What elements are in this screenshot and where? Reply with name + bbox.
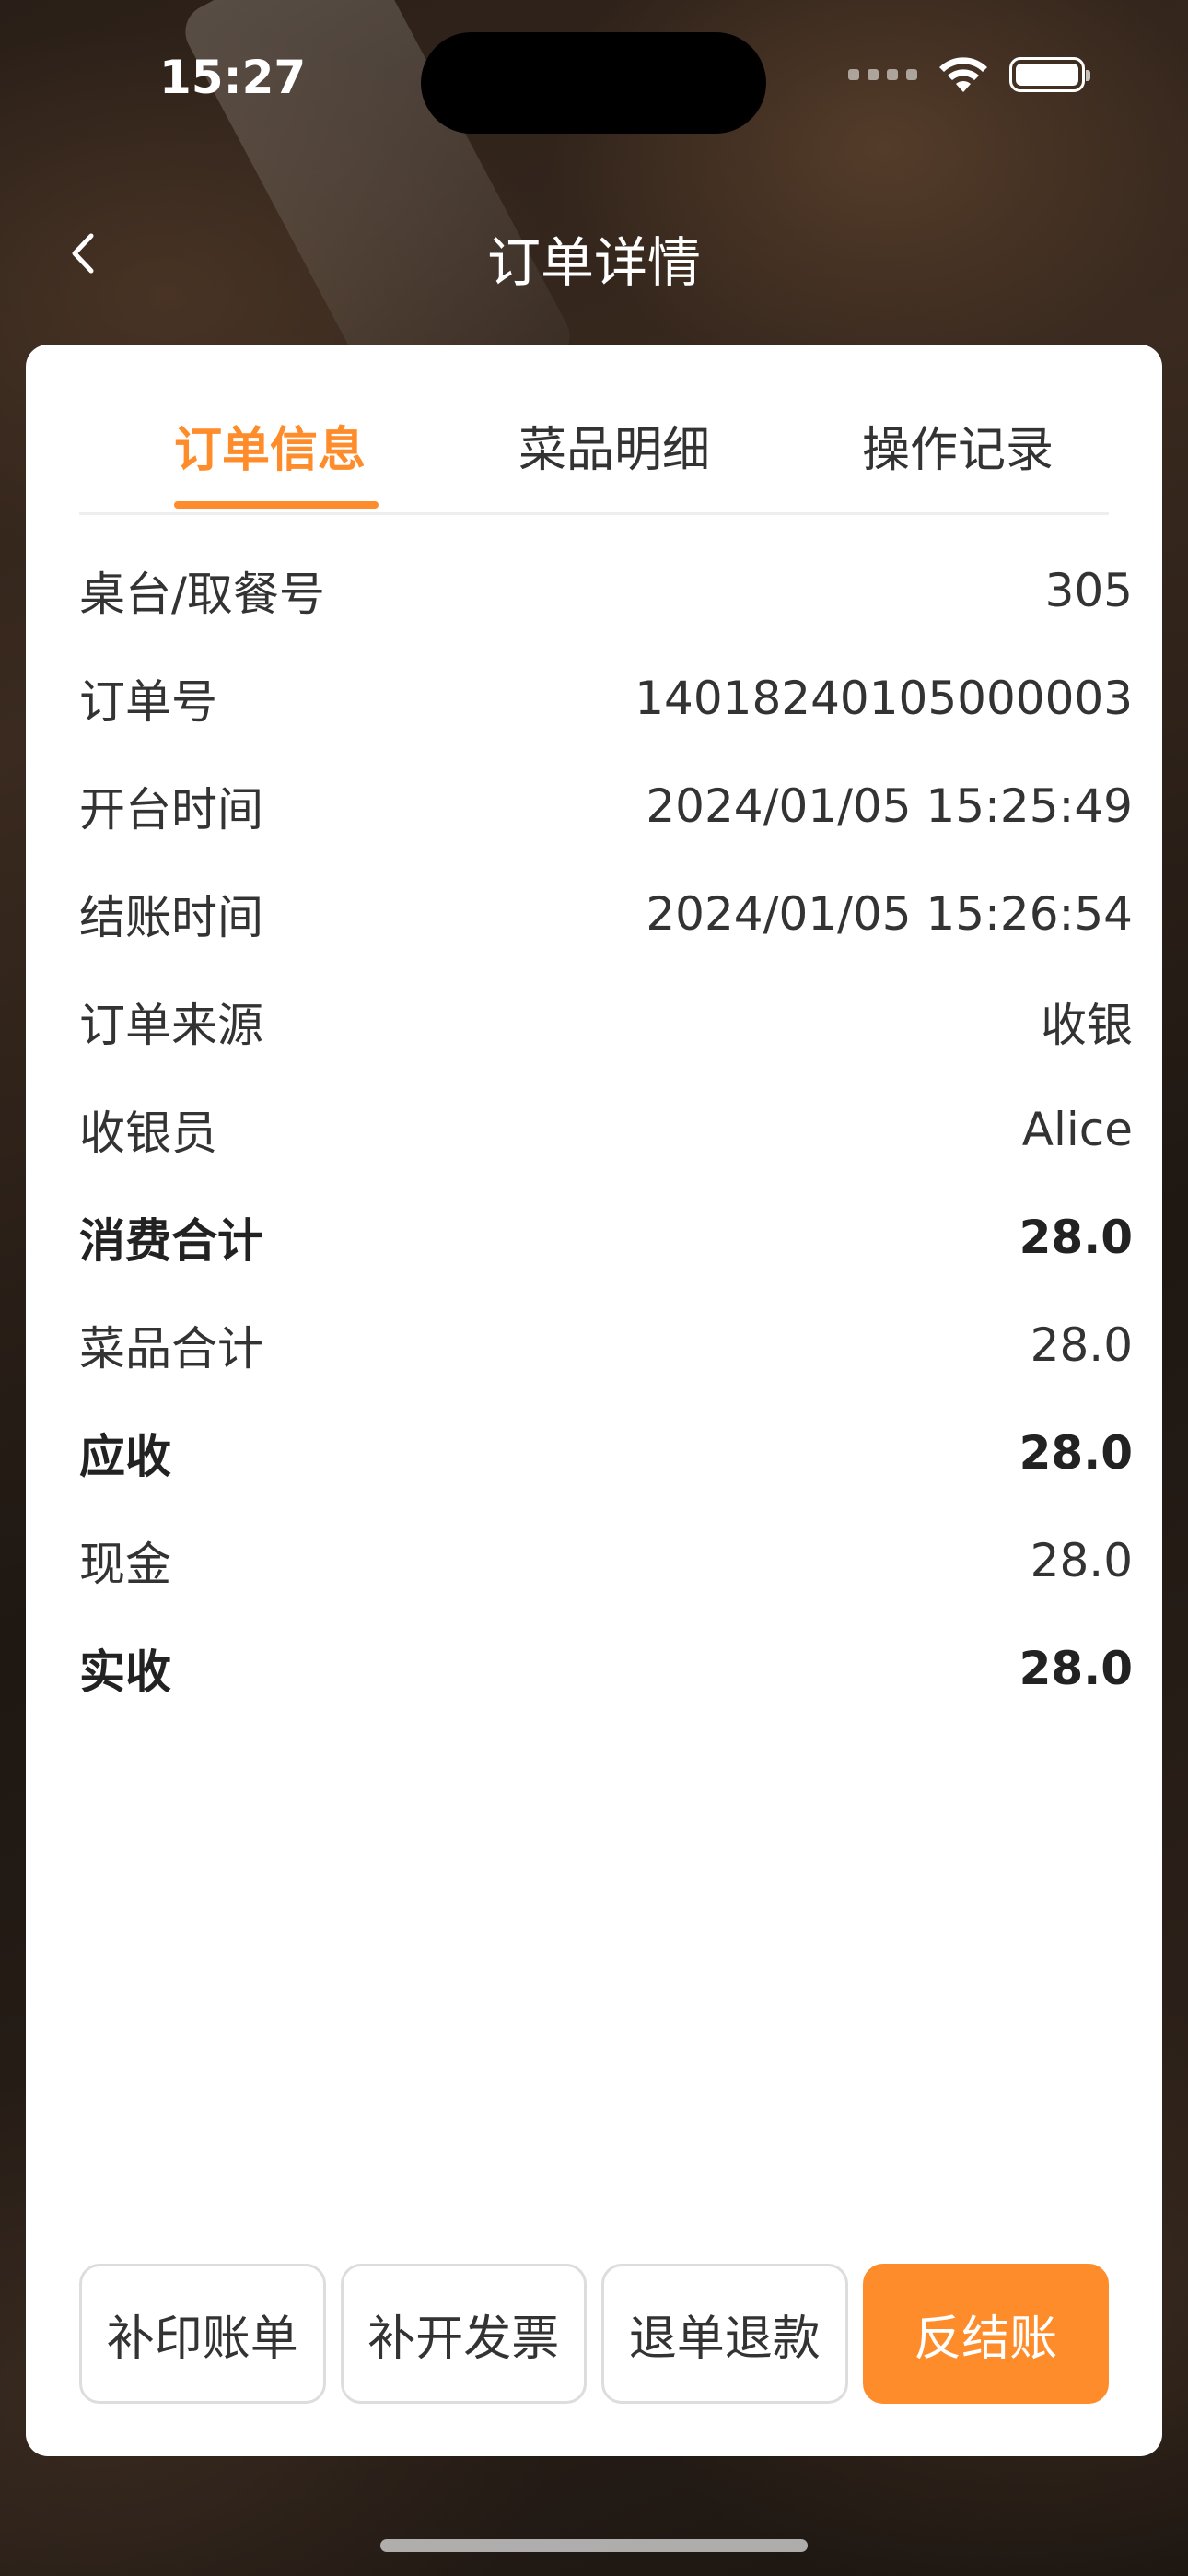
row-label: 现金 bbox=[79, 1537, 171, 1591]
row-table-number: 桌台/取餐号 305 bbox=[79, 536, 1133, 644]
row-consumption-total: 消费合计 28.0 bbox=[79, 1183, 1133, 1291]
tab-operation-log[interactable]: 操作记录 bbox=[862, 411, 1054, 480]
row-label: 订单来源 bbox=[79, 998, 263, 1052]
home-indicator[interactable] bbox=[380, 2539, 808, 2552]
row-order-number: 订单号 14018240105000003 bbox=[79, 644, 1133, 752]
row-value: 2024/01/05 15:26:54 bbox=[646, 886, 1133, 941]
order-info-list: 桌台/取餐号 305 订单号 14018240105000003 开台时间 20… bbox=[79, 536, 1133, 1722]
row-value: 28.0 bbox=[1019, 1425, 1133, 1480]
tab-dish-details[interactable]: 菜品明细 bbox=[518, 411, 710, 480]
row-label: 实收 bbox=[79, 1645, 171, 1699]
row-cashier: 收银员 Alice bbox=[79, 1075, 1133, 1183]
row-cash: 现金 28.0 bbox=[79, 1506, 1133, 1614]
row-dish-total: 菜品合计 28.0 bbox=[79, 1291, 1133, 1399]
tab-order-info[interactable]: 订单信息 bbox=[174, 411, 366, 480]
status-time: 15:27 bbox=[159, 51, 307, 104]
row-value: Alice bbox=[1021, 1102, 1133, 1156]
refund-button[interactable]: 退单退款 bbox=[601, 2264, 848, 2404]
row-label: 消费合计 bbox=[79, 1213, 263, 1268]
row-value: 28.0 bbox=[1030, 1317, 1133, 1372]
row-value: 14018240105000003 bbox=[635, 671, 1133, 725]
row-value: 305 bbox=[1044, 563, 1133, 617]
row-label: 应收 bbox=[79, 1429, 171, 1483]
row-value: 28.0 bbox=[1030, 1533, 1133, 1587]
battery-icon bbox=[1009, 57, 1090, 92]
row-label: 订单号 bbox=[79, 674, 217, 729]
reverse-checkout-button[interactable]: 反结账 bbox=[862, 2264, 1109, 2404]
row-value: 28.0 bbox=[1019, 1641, 1133, 1695]
row-label: 结账时间 bbox=[79, 890, 263, 944]
reprint-bill-button[interactable]: 补印账单 bbox=[79, 2264, 326, 2404]
row-receivable: 应收 28.0 bbox=[79, 1399, 1133, 1506]
row-checkout-time: 结账时间 2024/01/05 15:26:54 bbox=[79, 860, 1133, 967]
dynamic-island bbox=[421, 32, 766, 134]
row-label: 开台时间 bbox=[79, 782, 263, 837]
row-value: 2024/01/05 15:25:49 bbox=[646, 779, 1133, 833]
row-actual-received: 实收 28.0 bbox=[79, 1614, 1133, 1722]
order-detail-card: 订单信息 菜品明细 操作记录 桌台/取餐号 305 订单号 1401824010… bbox=[26, 345, 1162, 2456]
reissue-invoice-button[interactable]: 补开发票 bbox=[340, 2264, 587, 2404]
action-bar: 补印账单 补开发票 退单退款 反结账 bbox=[79, 2264, 1109, 2404]
row-value: 收银 bbox=[1041, 998, 1133, 1052]
wifi-icon bbox=[939, 57, 987, 92]
row-open-time: 开台时间 2024/01/05 15:25:49 bbox=[79, 752, 1133, 860]
row-label: 收银员 bbox=[79, 1106, 217, 1160]
status-icons bbox=[848, 55, 1090, 94]
row-label: 菜品合计 bbox=[79, 1321, 263, 1376]
row-order-source: 订单来源 收银 bbox=[79, 967, 1133, 1075]
row-label: 桌台/取餐号 bbox=[79, 567, 325, 621]
row-value: 28.0 bbox=[1019, 1210, 1133, 1264]
page-title: 订单详情 bbox=[486, 231, 701, 294]
tab-bar: 订单信息 菜品明细 操作记录 bbox=[79, 345, 1109, 515]
signal-icon bbox=[848, 69, 917, 80]
active-tab-indicator bbox=[174, 501, 379, 509]
